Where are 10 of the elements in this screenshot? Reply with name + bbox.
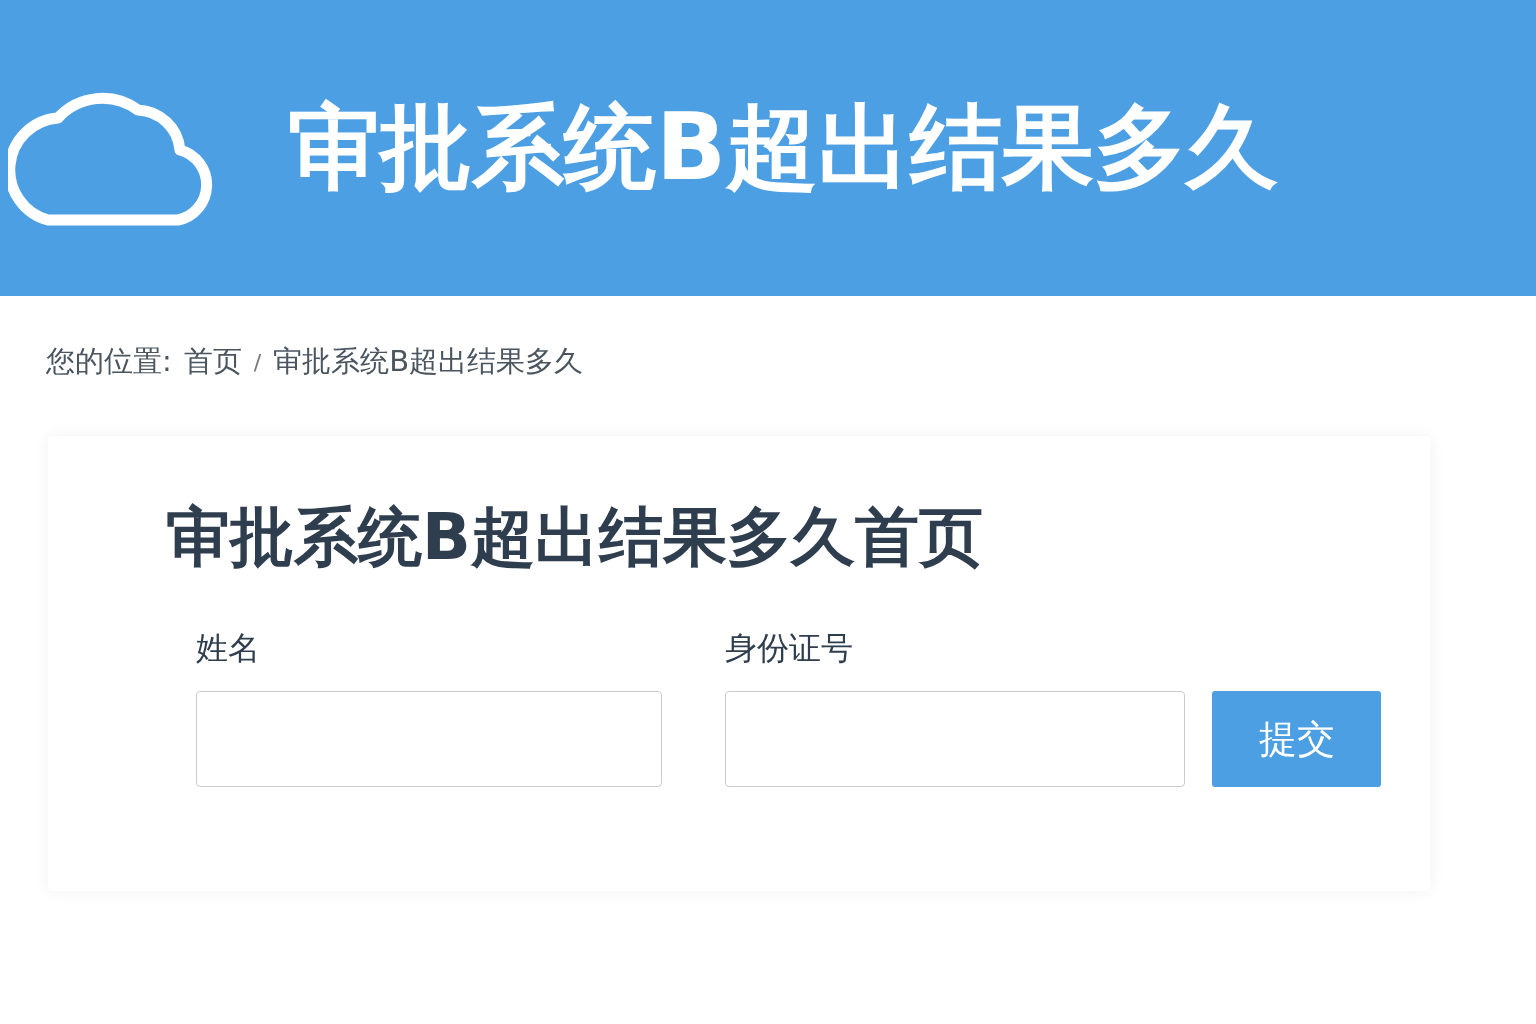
site-title: 审批系统B超出结果多久 [288,93,1279,203]
input-field[interactable] [725,691,1185,787]
card-title: 审批系统B超出结果多久首页 [166,499,984,576]
breadcrumb-link[interactable]: 首页 [183,342,242,382]
field-label: 身份证号 [725,628,854,669]
breadcrumb-separator: / [253,349,262,375]
field-label: 姓名 [196,628,261,669]
breadcrumb-label: 您的位置: [46,343,172,380]
input-field[interactable] [196,691,662,787]
breadcrumb-link[interactable]: 审批系统B超出结果多久 [273,342,584,382]
